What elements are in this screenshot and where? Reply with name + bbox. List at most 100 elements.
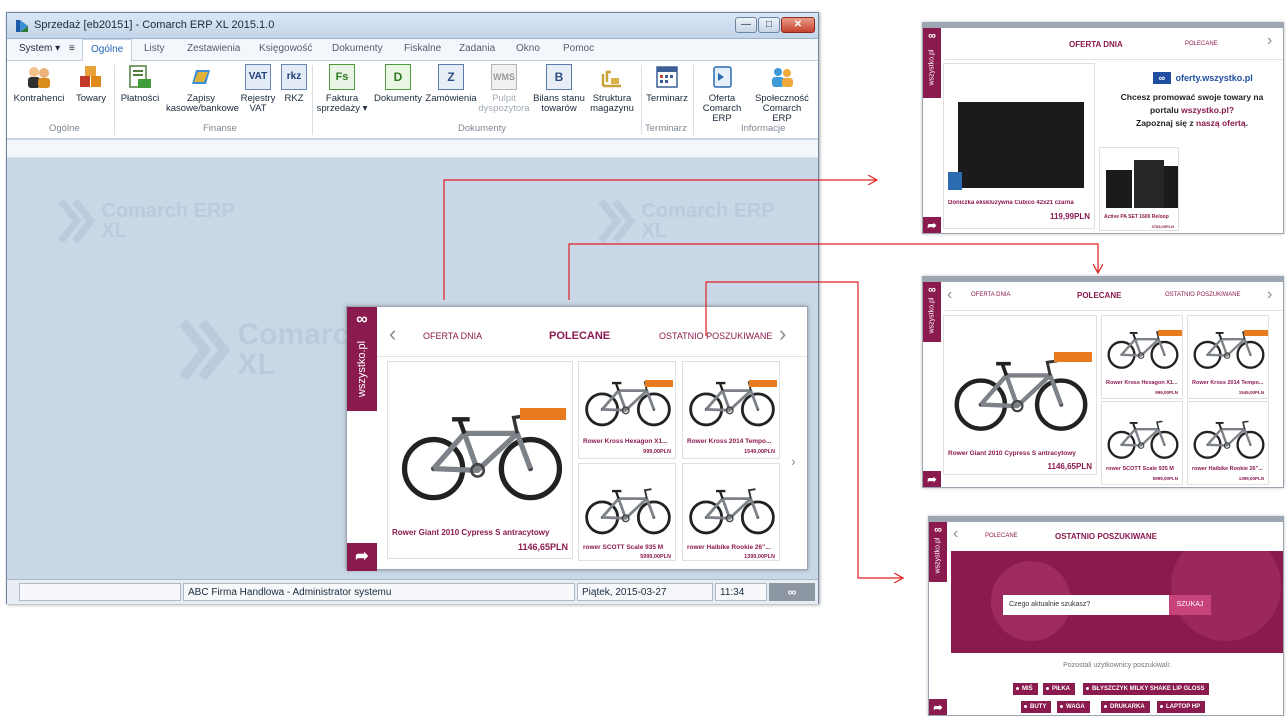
rejestry-vat-button[interactable]: VAT Rejestry VAT — [235, 64, 281, 114]
tab-listy[interactable]: Listy — [144, 43, 165, 54]
nav-prev-icon[interactable]: ‹ — [389, 321, 396, 347]
search-button[interactable]: SZUKAJ — [1169, 595, 1211, 615]
tab-oferta-dnia[interactable]: OFERTA DNIA — [423, 331, 482, 341]
calendar-icon — [656, 66, 678, 88]
featured-product-card[interactable]: Rower Giant 2010 Cypress S antracytowy 1… — [387, 361, 573, 559]
status-company: ABC Firma Handlowa - Administrator syste… — [183, 583, 575, 601]
tab-zestawienia[interactable]: Zestawienia — [187, 43, 240, 54]
product-price: 999,00PLN — [643, 449, 671, 455]
tab-polecane[interactable]: POLECANE — [1185, 41, 1218, 47]
wszystko-side-tab[interactable]: ∞ wszystko.pl — [923, 282, 941, 342]
promo-link-portal[interactable]: wszystko.pl? — [1181, 105, 1234, 115]
rkz-button[interactable]: rkz RKZ — [280, 64, 308, 104]
documents-icon: D — [385, 64, 411, 90]
towary-label: Towary — [75, 93, 107, 104]
featured-product-card[interactable]: Rower Giant 2010 Cypress S antracytowy 1… — [943, 315, 1097, 475]
product-price: 1399,00PLN — [1238, 476, 1264, 481]
towary-button[interactable]: Towary — [71, 64, 111, 104]
status-date: Piątek, 2015-03-27 — [577, 583, 713, 601]
brand-sticker — [520, 408, 566, 420]
bilans-stanu-button[interactable]: B Bilans stanu towarów — [530, 64, 588, 114]
watermark-chevron-icon — [179, 319, 231, 381]
maximize-button[interactable]: □ — [758, 17, 780, 33]
tab-zadania[interactable]: Zadania — [459, 43, 495, 54]
search-tag[interactable]: MIŚ — [1013, 683, 1038, 695]
tab-pomoc[interactable]: Pomoc — [563, 43, 594, 54]
terminarz-button[interactable]: Terminarz — [643, 64, 691, 104]
more-products-icon[interactable]: › — [791, 453, 796, 469]
search-tag[interactable]: BŁYSZCZYK MILKY SHAKE LIP GLOSS — [1083, 683, 1210, 695]
minimize-button[interactable]: — — [735, 17, 757, 33]
product-card[interactable]: Rower Kross 2014 Tempo... 1549,00PLN — [682, 361, 780, 459]
product-card[interactable]: rower SCOTT Scale 935 M 5999,00PLN — [1101, 401, 1183, 485]
tab-fiskalne[interactable]: Fiskalne — [404, 43, 441, 54]
faktura-sprzedazy-button[interactable]: Fs Faktura sprzedaży ▾ — [315, 64, 369, 114]
tab-oferta-dnia[interactable]: OFERTA DNIA — [971, 292, 1010, 298]
brand-label: wszystko.pl — [928, 297, 936, 334]
tab-polecane[interactable]: POLECANE — [549, 330, 610, 342]
search-tag[interactable]: LAPTOP HP — [1157, 701, 1206, 713]
oferta-comarch-button[interactable]: Oferta Comarch ERP — [693, 64, 751, 124]
product-price: 1399,00PLN — [744, 554, 775, 560]
nav-next-icon[interactable]: › — [779, 321, 786, 347]
wszystko-side-tab[interactable]: ∞ wszystko.pl — [347, 307, 377, 411]
wszystko-toggle-button[interactable]: ∞ — [769, 583, 815, 601]
group-separator — [312, 65, 313, 135]
tab-oferta-dnia[interactable]: OFERTA DNIA — [1069, 40, 1123, 49]
share-button[interactable]: ➦ — [347, 543, 377, 571]
search-tag[interactable]: PIŁKA — [1043, 683, 1075, 695]
product-card[interactable]: Doniczka ekskluzywna Cubico 42x21 czarna… — [943, 63, 1095, 229]
share-button[interactable]: ➦ — [929, 699, 947, 715]
panel-top-bar — [923, 23, 1283, 28]
warehouse-structure-icon — [601, 70, 621, 88]
ribbon: Kontrahenci Towary Ogólne Płatności Zapi… — [7, 61, 818, 139]
tab-ksiegowosc[interactable]: Księgowość — [259, 43, 312, 54]
search-input[interactable]: Czego aktualnie szukasz? — [1003, 595, 1169, 615]
terminarz-label: Terminarz — [646, 93, 688, 104]
tab-okno[interactable]: Okno — [516, 43, 540, 54]
status-bar: ABC Firma Handlowa - Administrator syste… — [7, 579, 818, 604]
kontrahenci-button[interactable]: Kontrahenci — [11, 64, 67, 104]
search-tag[interactable]: DRUKARKA — [1101, 701, 1150, 713]
search-tag[interactable]: WAGA — [1057, 701, 1090, 713]
product-card[interactable]: rower Haibike Rookie 26"... 1399,00PLN — [682, 463, 780, 561]
product-card[interactable]: Rower Kross 2014 Tempo... 1549,00PLN — [1187, 315, 1269, 399]
tab-dokumenty[interactable]: Dokumenty — [332, 43, 383, 54]
nav-prev-icon[interactable]: ‹ — [953, 525, 958, 543]
tab-ogolne[interactable]: Ogólne — [82, 39, 133, 62]
tab-ostatnio-poszukiwane[interactable]: OSTATNIO POSZUKIWANE — [1055, 532, 1157, 541]
spolecznosc-button[interactable]: Społeczność Comarch ERP — [753, 64, 811, 124]
quick-access-icon[interactable]: ≡ — [69, 43, 75, 54]
share-button[interactable]: ➦ — [923, 217, 941, 233]
promo-link-offer[interactable]: naszą ofertą — [1196, 118, 1246, 128]
search-tag[interactable]: BUTY — [1021, 701, 1052, 713]
pulpit-dyspozytora-button[interactable]: WMS Pulpit dyspozytora — [477, 64, 531, 114]
product-name: rower SCOTT Scale 935 M — [1106, 466, 1174, 472]
zapisy-button[interactable]: Zapisy kasowe/bankowe — [166, 64, 239, 114]
nav-prev-icon[interactable]: ‹ — [947, 286, 952, 304]
watermark-chevron-icon — [58, 198, 96, 244]
wszystko-side-tab[interactable]: ∞ wszystko.pl — [923, 28, 941, 98]
tab-polecane[interactable]: POLECANE — [1077, 291, 1121, 300]
product-card[interactable]: rower SCOTT Scale 935 M 5999,00PLN — [578, 463, 676, 561]
speaker-image — [1134, 160, 1164, 208]
platnosci-button[interactable]: Płatności — [117, 64, 163, 104]
nav-next-icon[interactable]: › — [1267, 32, 1272, 50]
zamowienia-button[interactable]: Z Zamówienia — [424, 64, 478, 104]
product-card[interactable]: Rower Kross Hexagon X1... 999,00PLN — [1101, 315, 1183, 399]
panel-top-bar — [923, 277, 1283, 282]
share-button[interactable]: ➦ — [923, 471, 941, 487]
tab-ostatnio-poszukiwane[interactable]: OSTATNIO POSZUKIWANE — [659, 331, 772, 341]
menu-system[interactable]: System ▾ — [19, 43, 60, 54]
product-card[interactable]: rower Haibike Rookie 26"... 1399,00PLN — [1187, 401, 1269, 485]
tab-ostatnio-poszukiwane[interactable]: OSTATNIO POSZUKIWANE — [1165, 292, 1241, 298]
dokumenty-button[interactable]: D Dokumenty — [371, 64, 425, 104]
product-card[interactable]: Rower Kross Hexagon X1... 999,00PLN — [578, 361, 676, 459]
struktura-magazynu-button[interactable]: Struktura magazynu — [587, 64, 637, 114]
zapisy-label-2: kasowe/bankowe — [166, 103, 239, 114]
product-card[interactable]: Active PA SET 1600 Reloop 3769,00PLN — [1099, 147, 1179, 231]
nav-next-icon[interactable]: › — [1267, 286, 1272, 304]
close-button[interactable]: ✕ — [781, 17, 815, 33]
wszystko-side-tab[interactable]: ∞ wszystko.pl — [929, 522, 947, 582]
tab-polecane[interactable]: POLECANE — [985, 533, 1018, 539]
